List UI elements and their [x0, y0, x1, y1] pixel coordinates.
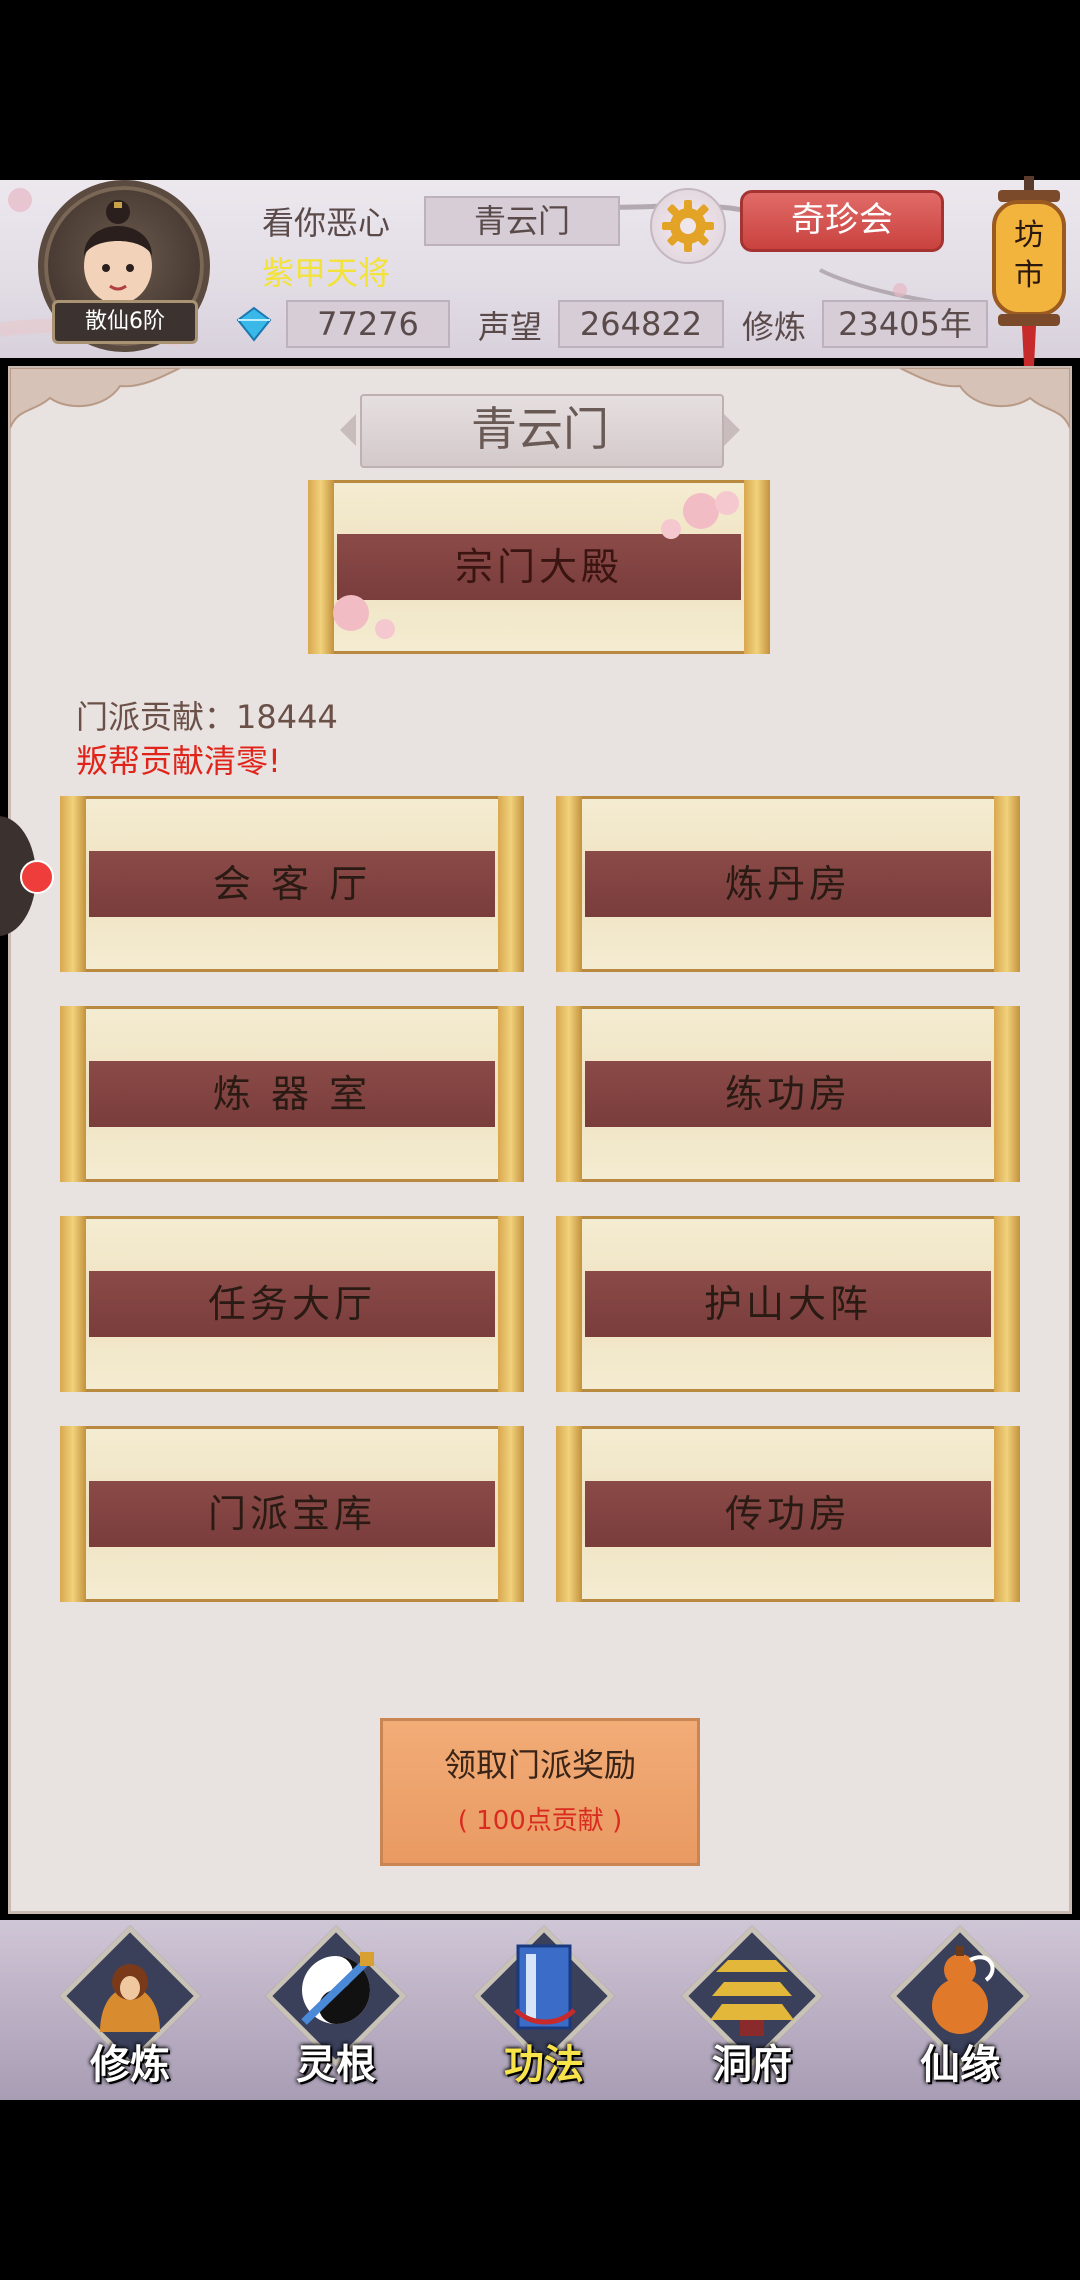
nav-techniques[interactable]: 功法	[464, 1925, 624, 2100]
cloud-ornament-left	[10, 368, 180, 429]
building-label: 会 客 厅	[212, 862, 372, 906]
reputation-value: 264822	[558, 300, 724, 348]
building-label: 练功房	[724, 1072, 851, 1116]
building-button-treasury[interactable]: 门派宝库	[60, 1426, 524, 1602]
rank-badge: 散仙6阶	[52, 300, 198, 344]
building-button-teaching[interactable]: 传功房	[556, 1426, 1020, 1602]
cultivation-label: 修炼	[742, 308, 807, 346]
claim-reward-cost: ( 100点贡献 )	[457, 1806, 623, 1836]
sect-name-box: 青云门	[424, 196, 620, 246]
gourd-icon	[932, 1946, 995, 2034]
monk-icon	[100, 1964, 160, 2032]
nav-cave-dwelling[interactable]: 洞府	[672, 1925, 832, 2100]
nav-immortal-fate[interactable]: 仙缘	[880, 1925, 1040, 2100]
notification-dot	[20, 860, 54, 894]
defection-warning: 叛帮贡献清零!	[76, 742, 281, 780]
lantern-text-1: 坊	[1014, 218, 1044, 253]
nav-label: 功法	[504, 2042, 584, 2088]
player-title: 紫甲天将	[262, 254, 391, 292]
building-label: 炼 器 室	[212, 1072, 372, 1116]
pagoda-icon	[710, 1960, 794, 2036]
title-arrow-left-icon	[340, 414, 356, 446]
cultivation-value: 23405年	[822, 300, 988, 348]
nav-spirit-root[interactable]: 灵根	[256, 1925, 416, 2100]
contribution-text: 门派贡献：18444	[76, 698, 338, 736]
lantern-text-2: 市	[1014, 258, 1044, 293]
building-button-forge[interactable]: 炼 器 室	[60, 1006, 524, 1182]
gem-icon	[236, 306, 272, 342]
claim-reward-label: 领取门派奖励	[443, 1746, 636, 1784]
reputation-label: 声望	[478, 308, 543, 346]
building-button-training[interactable]: 练功房	[556, 1006, 1020, 1182]
yin-yang-sword-icon	[301, 1952, 374, 2025]
building-label: 护山大阵	[703, 1282, 872, 1326]
nav-label: 灵根	[296, 2042, 376, 2088]
cloud-ornament-right	[900, 368, 1070, 429]
building-label: 传功房	[724, 1492, 851, 1536]
building-button-defense-array[interactable]: 护山大阵	[556, 1216, 1020, 1392]
nav-label: 洞府	[712, 2042, 792, 2088]
main-hall-label: 宗门大殿	[454, 545, 623, 589]
market-lantern[interactable]: 坊 市	[988, 176, 1070, 366]
building-button-quest-hall[interactable]: 任务大厅	[60, 1216, 524, 1392]
title-arrow-right-icon	[724, 414, 740, 446]
building-button-reception[interactable]: 会 客 厅	[60, 796, 524, 972]
gear-icon	[662, 200, 714, 252]
nav-cultivate[interactable]: 修炼	[50, 1925, 210, 2100]
treasure-fair-button[interactable]: 奇珍会	[740, 190, 944, 252]
gem-count: 77276	[286, 300, 450, 348]
player-name: 看你恶心	[262, 204, 391, 242]
building-label: 门派宝库	[207, 1492, 376, 1536]
settings-button[interactable]	[650, 188, 726, 264]
main-hall-button[interactable]: 宗门大殿	[308, 480, 770, 654]
book-icon	[514, 1944, 576, 2030]
building-label: 任务大厅	[207, 1282, 376, 1326]
nav-label: 修炼	[90, 2042, 170, 2088]
building-button-alchemy[interactable]: 炼丹房	[556, 796, 1020, 972]
building-label: 炼丹房	[724, 862, 851, 906]
nav-label: 仙缘	[920, 2042, 1000, 2088]
sect-title: 青云门	[471, 402, 609, 456]
